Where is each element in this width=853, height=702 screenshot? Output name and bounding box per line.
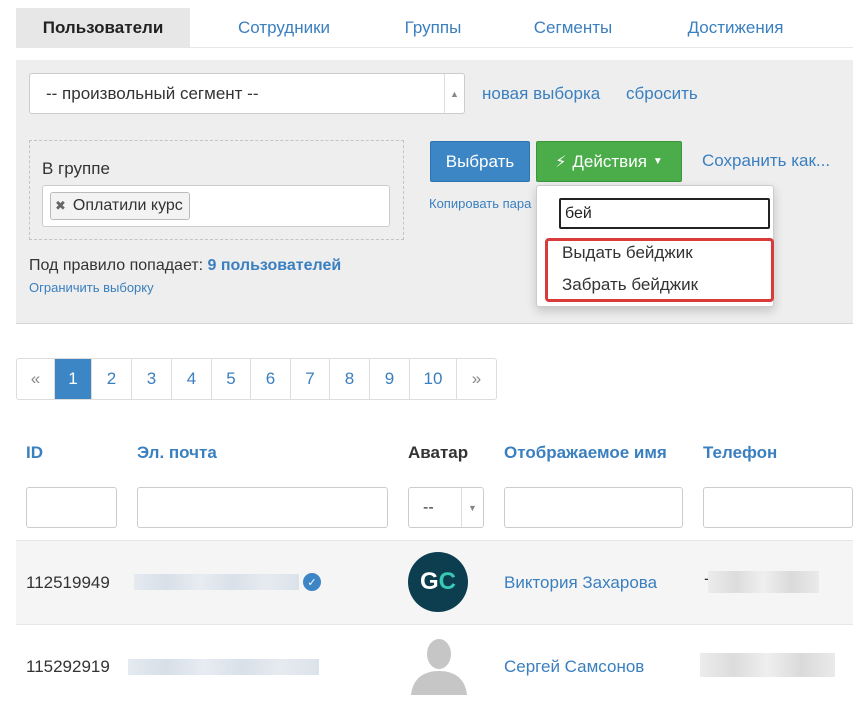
table-row: 115292919 Сергей Самсонов (16, 624, 853, 702)
page-10[interactable]: 10 (410, 359, 457, 399)
email-filter-input[interactable] (137, 487, 388, 528)
phone-filter-input[interactable] (703, 487, 853, 528)
user-id: 112519949 (26, 573, 110, 592)
gc-logo-c: C (438, 568, 456, 595)
pagination-next[interactable]: » (457, 359, 496, 399)
avatar-filter-select[interactable]: -- ▼ (408, 487, 484, 528)
group-rule-box: В группе ✖ Оплатили курс (29, 140, 404, 240)
gc-logo-g: G (419, 568, 439, 595)
match-count-prefix: Под правило попадает: (29, 257, 204, 274)
rule-label: В группе (42, 159, 110, 178)
page-2[interactable]: 2 (92, 359, 132, 399)
display-name-filter-input[interactable] (504, 487, 683, 528)
column-header-id[interactable]: ID (26, 443, 43, 463)
email-redacted (128, 659, 319, 675)
column-header-phone[interactable]: Телефон (703, 443, 777, 463)
tab-segments[interactable]: Сегменты (488, 8, 658, 47)
column-header-avatar: Аватар (408, 443, 469, 462)
remove-tag-icon[interactable]: ✖ (55, 198, 66, 214)
save-as-link[interactable]: Сохранить как... (702, 151, 830, 171)
chevron-down-icon[interactable]: ▲ (444, 74, 464, 113)
user-display-name[interactable]: Сергей Самсонов (504, 657, 644, 677)
group-tag-input[interactable]: ✖ Оплатили курс (42, 185, 390, 227)
group-tag: ✖ Оплатили курс (50, 192, 190, 220)
group-tag-label: Оплатили курс (72, 197, 183, 214)
page-5[interactable]: 5 (212, 359, 251, 399)
page-6[interactable]: 6 (251, 359, 291, 399)
pagination-prev[interactable]: « (17, 359, 55, 399)
caret-down-icon: ▼ (652, 156, 663, 167)
tab-groups[interactable]: Группы (378, 8, 488, 47)
column-header-email[interactable]: Эл. почта (137, 443, 217, 463)
select-button[interactable]: Выбрать (430, 141, 530, 182)
id-filter-input[interactable] (26, 487, 117, 528)
actions-button-label: Действия (572, 151, 647, 171)
actions-search-input[interactable]: бей (559, 198, 770, 229)
nav-tabs: Пользователи Сотрудники Группы Сегменты … (16, 8, 853, 48)
table-row: 112519949 ✓ GC Виктория Захарова - (16, 540, 853, 624)
user-id: 115292919 (26, 657, 110, 676)
column-header-display-name[interactable]: Отображаемое имя (504, 443, 667, 463)
menu-item-give-badge[interactable]: Выдать бейджик (562, 243, 693, 263)
new-selection-link[interactable]: новая выборка (482, 84, 600, 104)
page-4[interactable]: 4 (172, 359, 212, 399)
reset-link[interactable]: сбросить (626, 84, 698, 104)
actions-button[interactable]: ⚡︎ Действия ▼ (536, 141, 682, 182)
email-redacted (134, 574, 299, 590)
page-7[interactable]: 7 (291, 359, 330, 399)
match-count: Под правило попадает: 9 пользователей (29, 257, 341, 275)
segment-select-value: -- произвольный сегмент -- (46, 83, 259, 103)
menu-item-take-badge[interactable]: Забрать бейджик (562, 275, 698, 295)
actions-dropdown: бей Выдать бейджик Забрать бейджик (536, 185, 774, 307)
chevron-down-icon: ▼ (461, 488, 483, 527)
page-9[interactable]: 9 (370, 359, 410, 399)
phone-redacted (700, 653, 835, 677)
default-user-icon (411, 639, 467, 695)
tab-achievements[interactable]: Достижения (658, 8, 813, 47)
verified-icon: ✓ (303, 573, 321, 591)
lightning-icon: ⚡︎ (555, 153, 567, 171)
match-count-value[interactable]: 9 пользователей (208, 257, 342, 274)
user-display-name[interactable]: Виктория Захарова (504, 573, 657, 593)
avatar-filter-value: -- (423, 498, 434, 516)
page-8[interactable]: 8 (330, 359, 370, 399)
segment-select[interactable]: -- произвольный сегмент -- ▲ (29, 73, 465, 114)
page-1[interactable]: 1 (55, 359, 92, 399)
limit-selection-link[interactable]: Ограничить выборку (29, 280, 154, 295)
tab-users[interactable]: Пользователи (16, 8, 190, 47)
tab-employees[interactable]: Сотрудники (190, 8, 378, 47)
page-3[interactable]: 3 (132, 359, 172, 399)
avatar: GC (408, 552, 468, 612)
phone-redacted (708, 571, 819, 593)
copy-params-link[interactable]: Копировать пара (429, 196, 531, 211)
pagination: « 1 2 3 4 5 6 7 8 9 10 » (16, 358, 497, 400)
